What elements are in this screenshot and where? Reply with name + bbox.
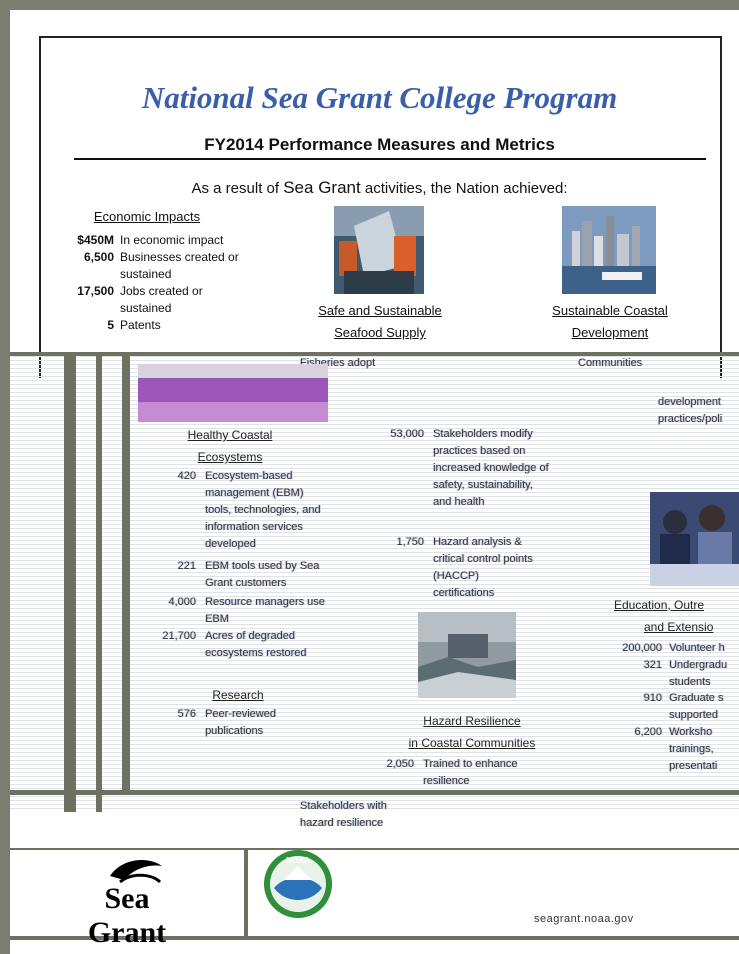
research-item: 576 Peer-reviewed publications	[177, 708, 276, 737]
classroom-photo	[650, 492, 739, 586]
eco-item-1: 420 Ecosystem-based management (EBM) too…	[177, 470, 321, 550]
page-subtitle: FY2014 Performance Measures and Metrics	[204, 135, 555, 154]
metric-patents: 5 Patents	[107, 318, 161, 332]
bottom-fragment: Stakeholders with hazard resilience	[300, 800, 387, 829]
flyer-page: National Sea Grant College Program FY201…	[10, 10, 739, 954]
noaa-logo: NOAA	[262, 848, 334, 920]
eco-item-4: 21,700 Acres of degraded ecosystems rest…	[162, 630, 307, 659]
footer-url-link[interactable]: seagrant.noaa.gov	[534, 913, 634, 925]
seafood-heading: Safe and Sustainable Seafood Supply	[318, 303, 442, 340]
intro-line: As a result of Sea Grant activities, the…	[191, 178, 568, 197]
sea-grant-logo-text: Sea Grant	[87, 882, 167, 949]
sea-grant-logo: Sea Grant	[62, 852, 192, 949]
marsh-photo	[138, 364, 328, 422]
eco-item-2: 221 EBM tools used by Sea Grant customer…	[177, 560, 320, 589]
economic-heading: Economic Impacts	[93, 209, 201, 224]
band-left-1	[64, 352, 76, 812]
band-left-3	[122, 352, 130, 792]
metric-businesses: 6,500 Businesses created or sustained	[83, 250, 239, 281]
fishing-photo	[334, 206, 424, 294]
noaa-text: NOAA	[286, 856, 310, 865]
ecosystems-heading: Healthy Coastal Ecosystems	[187, 428, 273, 464]
edu-item-4: 6,200 Worksho trainings, presentati	[634, 726, 718, 772]
page-title: National Sea Grant College Program	[141, 80, 618, 115]
coastal-mid-fragment: development practices/poli	[658, 396, 723, 425]
edu-item-2: 321 Undergradu students	[643, 659, 728, 688]
coastal-top-fragment: Communities	[578, 357, 643, 369]
eco-item-3: 4,000 Resource managers use EBM	[168, 596, 325, 625]
band-left-2	[96, 352, 102, 812]
edu-item-1: 200,000 Volunteer h	[622, 642, 725, 654]
seafood-item-2: 1,750 Hazard analysis & critical control…	[396, 536, 533, 599]
metric-economic-impact: $450M In economic impact	[77, 233, 224, 247]
title-rule	[74, 158, 706, 160]
band-mid	[10, 790, 739, 795]
band-divider	[244, 850, 248, 940]
metric-jobs: 17,500 Jobs created or sustained	[77, 284, 203, 315]
hazard-heading: Hazard Resilience in Coastal Communities	[408, 714, 536, 750]
research-heading: Research	[212, 688, 264, 702]
band-low	[10, 848, 739, 850]
edu-item-3: 910 Graduate s supported	[643, 692, 724, 721]
city-waterfront-photo	[562, 206, 656, 294]
hazard-item: 2,050 Trained to enhance resilience	[386, 758, 518, 787]
storm-photo	[418, 612, 516, 698]
education-heading: Education, Outre and Extensio	[614, 598, 714, 634]
coastal-heading: Sustainable Coastal Development	[552, 303, 668, 340]
seafood-item-1: 53,000 Stakeholders modify practices bas…	[390, 428, 549, 508]
